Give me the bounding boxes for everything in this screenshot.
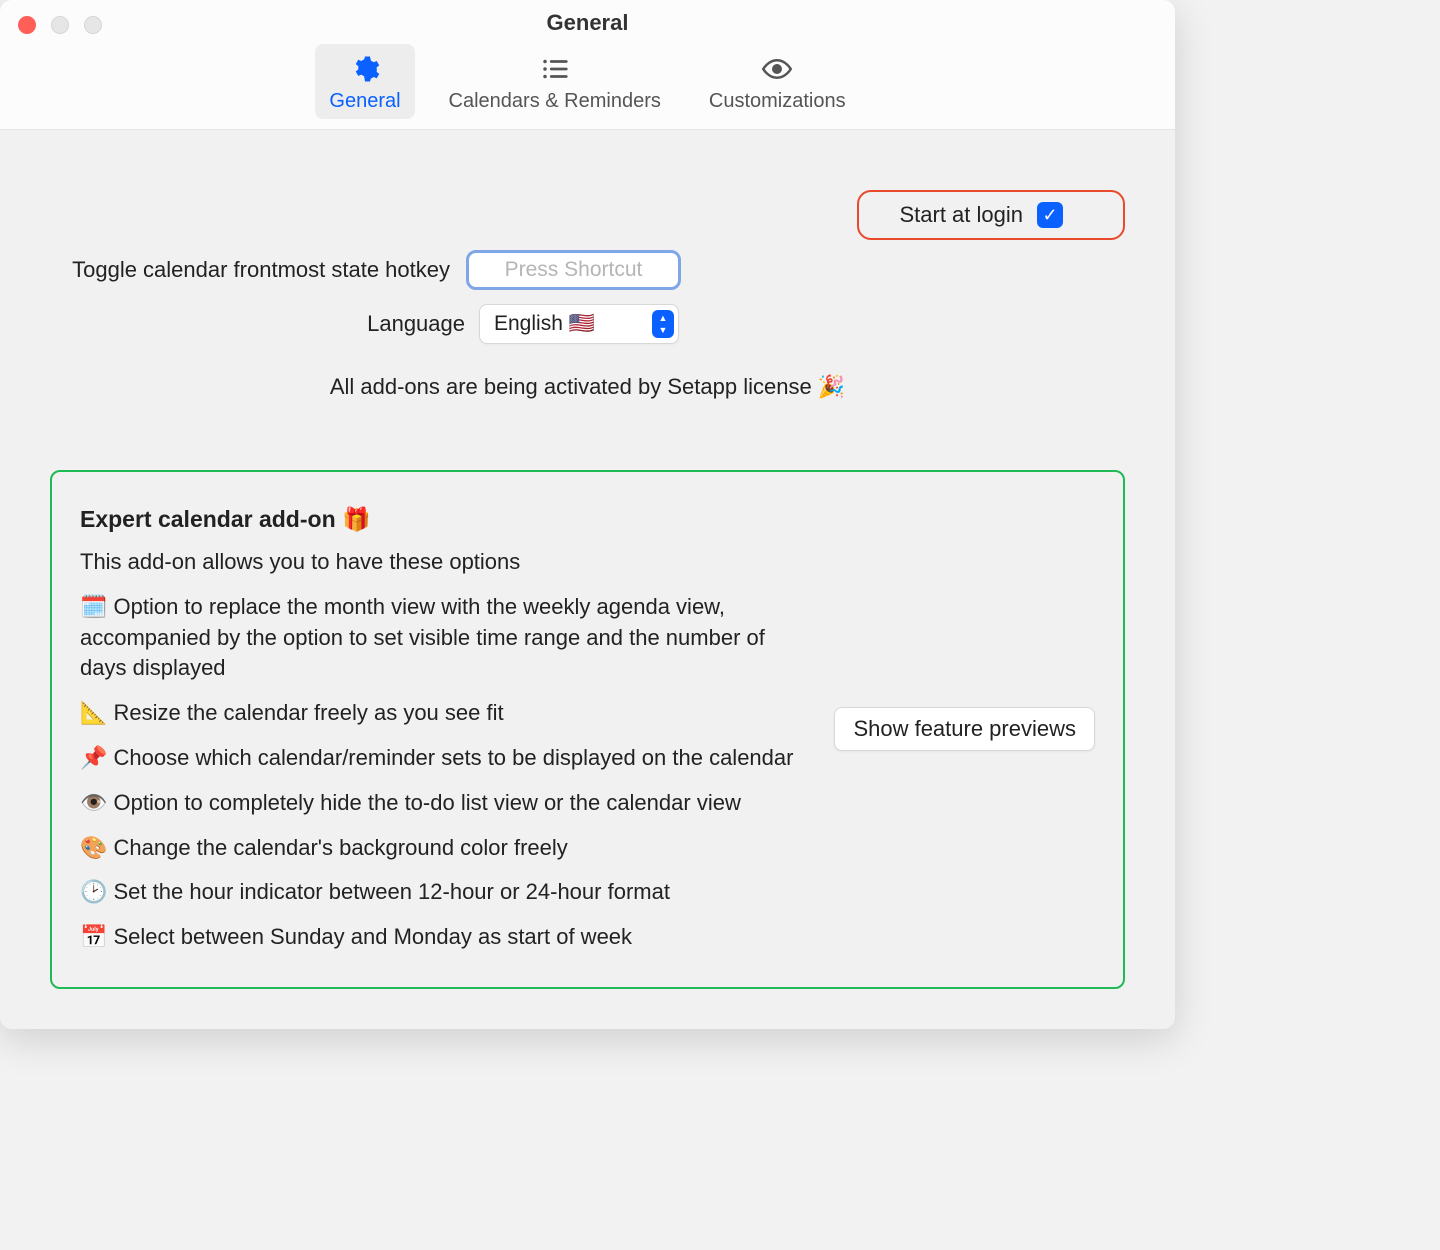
addon-feature-list: 🗓️ Option to replace the month view with… xyxy=(80,592,814,953)
addon-feature-item: 📐 Resize the calendar freely as you see … xyxy=(80,698,814,729)
addon-feature-item: 🎨 Change the calendar's background color… xyxy=(80,833,814,864)
select-stepper-icon: ▲ ▼ xyxy=(652,310,674,338)
preferences-window: General General Calendars & Reminders Cu… xyxy=(0,0,1175,1029)
addon-lead: This add-on allows you to have these opt… xyxy=(80,547,814,578)
window-title: General xyxy=(0,10,1175,36)
preferences-tabs: General Calendars & Reminders Customizat… xyxy=(0,44,1175,119)
titlebar: General General Calendars & Reminders Cu… xyxy=(0,0,1175,130)
toggle-hotkey-label: Toggle calendar frontmost state hotkey xyxy=(50,257,450,283)
tab-label: General xyxy=(329,90,400,113)
show-feature-previews-button[interactable]: Show feature previews xyxy=(834,707,1095,751)
expert-addon-panel: Expert calendar add-on 🎁 This add-on all… xyxy=(50,470,1125,989)
addon-feature-item: 📅 Select between Sunday and Monday as st… xyxy=(80,922,814,953)
addon-feature-item: 📌 Choose which calendar/reminder sets to… xyxy=(80,743,814,774)
gear-icon xyxy=(348,52,382,86)
addon-title: Expert calendar add-on 🎁 xyxy=(80,506,814,533)
license-status-text: All add-ons are being activated by Setap… xyxy=(50,374,1125,400)
addon-feature-item: 👁️ Option to completely hide the to-do l… xyxy=(80,788,814,819)
tab-customizations[interactable]: Customizations xyxy=(695,44,860,119)
tab-general[interactable]: General xyxy=(315,44,414,119)
language-label: Language xyxy=(50,311,465,337)
tab-calendars-reminders[interactable]: Calendars & Reminders xyxy=(435,44,675,119)
checkmark-icon: ✓ xyxy=(1042,205,1057,226)
language-value: English 🇺🇸 xyxy=(494,312,595,336)
tab-label: Customizations xyxy=(709,90,846,113)
eye-icon xyxy=(760,52,794,86)
tab-label: Calendars & Reminders xyxy=(449,90,661,113)
start-at-login-checkbox[interactable]: ✓ xyxy=(1037,202,1063,228)
start-at-login-label: Start at login xyxy=(899,202,1023,228)
language-select[interactable]: English 🇺🇸 ▲ ▼ xyxy=(479,304,679,344)
shortcut-placeholder: Press Shortcut xyxy=(505,258,643,282)
content-area: Start at login ✓ Toggle calendar frontmo… xyxy=(0,130,1175,1029)
hotkey-shortcut-field[interactable]: Press Shortcut xyxy=(466,250,681,290)
start-at-login-highlight: Start at login ✓ xyxy=(857,190,1125,240)
list-icon xyxy=(538,52,572,86)
addon-feature-item: 🗓️ Option to replace the month view with… xyxy=(80,592,814,684)
addon-feature-item: 🕑 Set the hour indicator between 12-hour… xyxy=(80,877,814,908)
